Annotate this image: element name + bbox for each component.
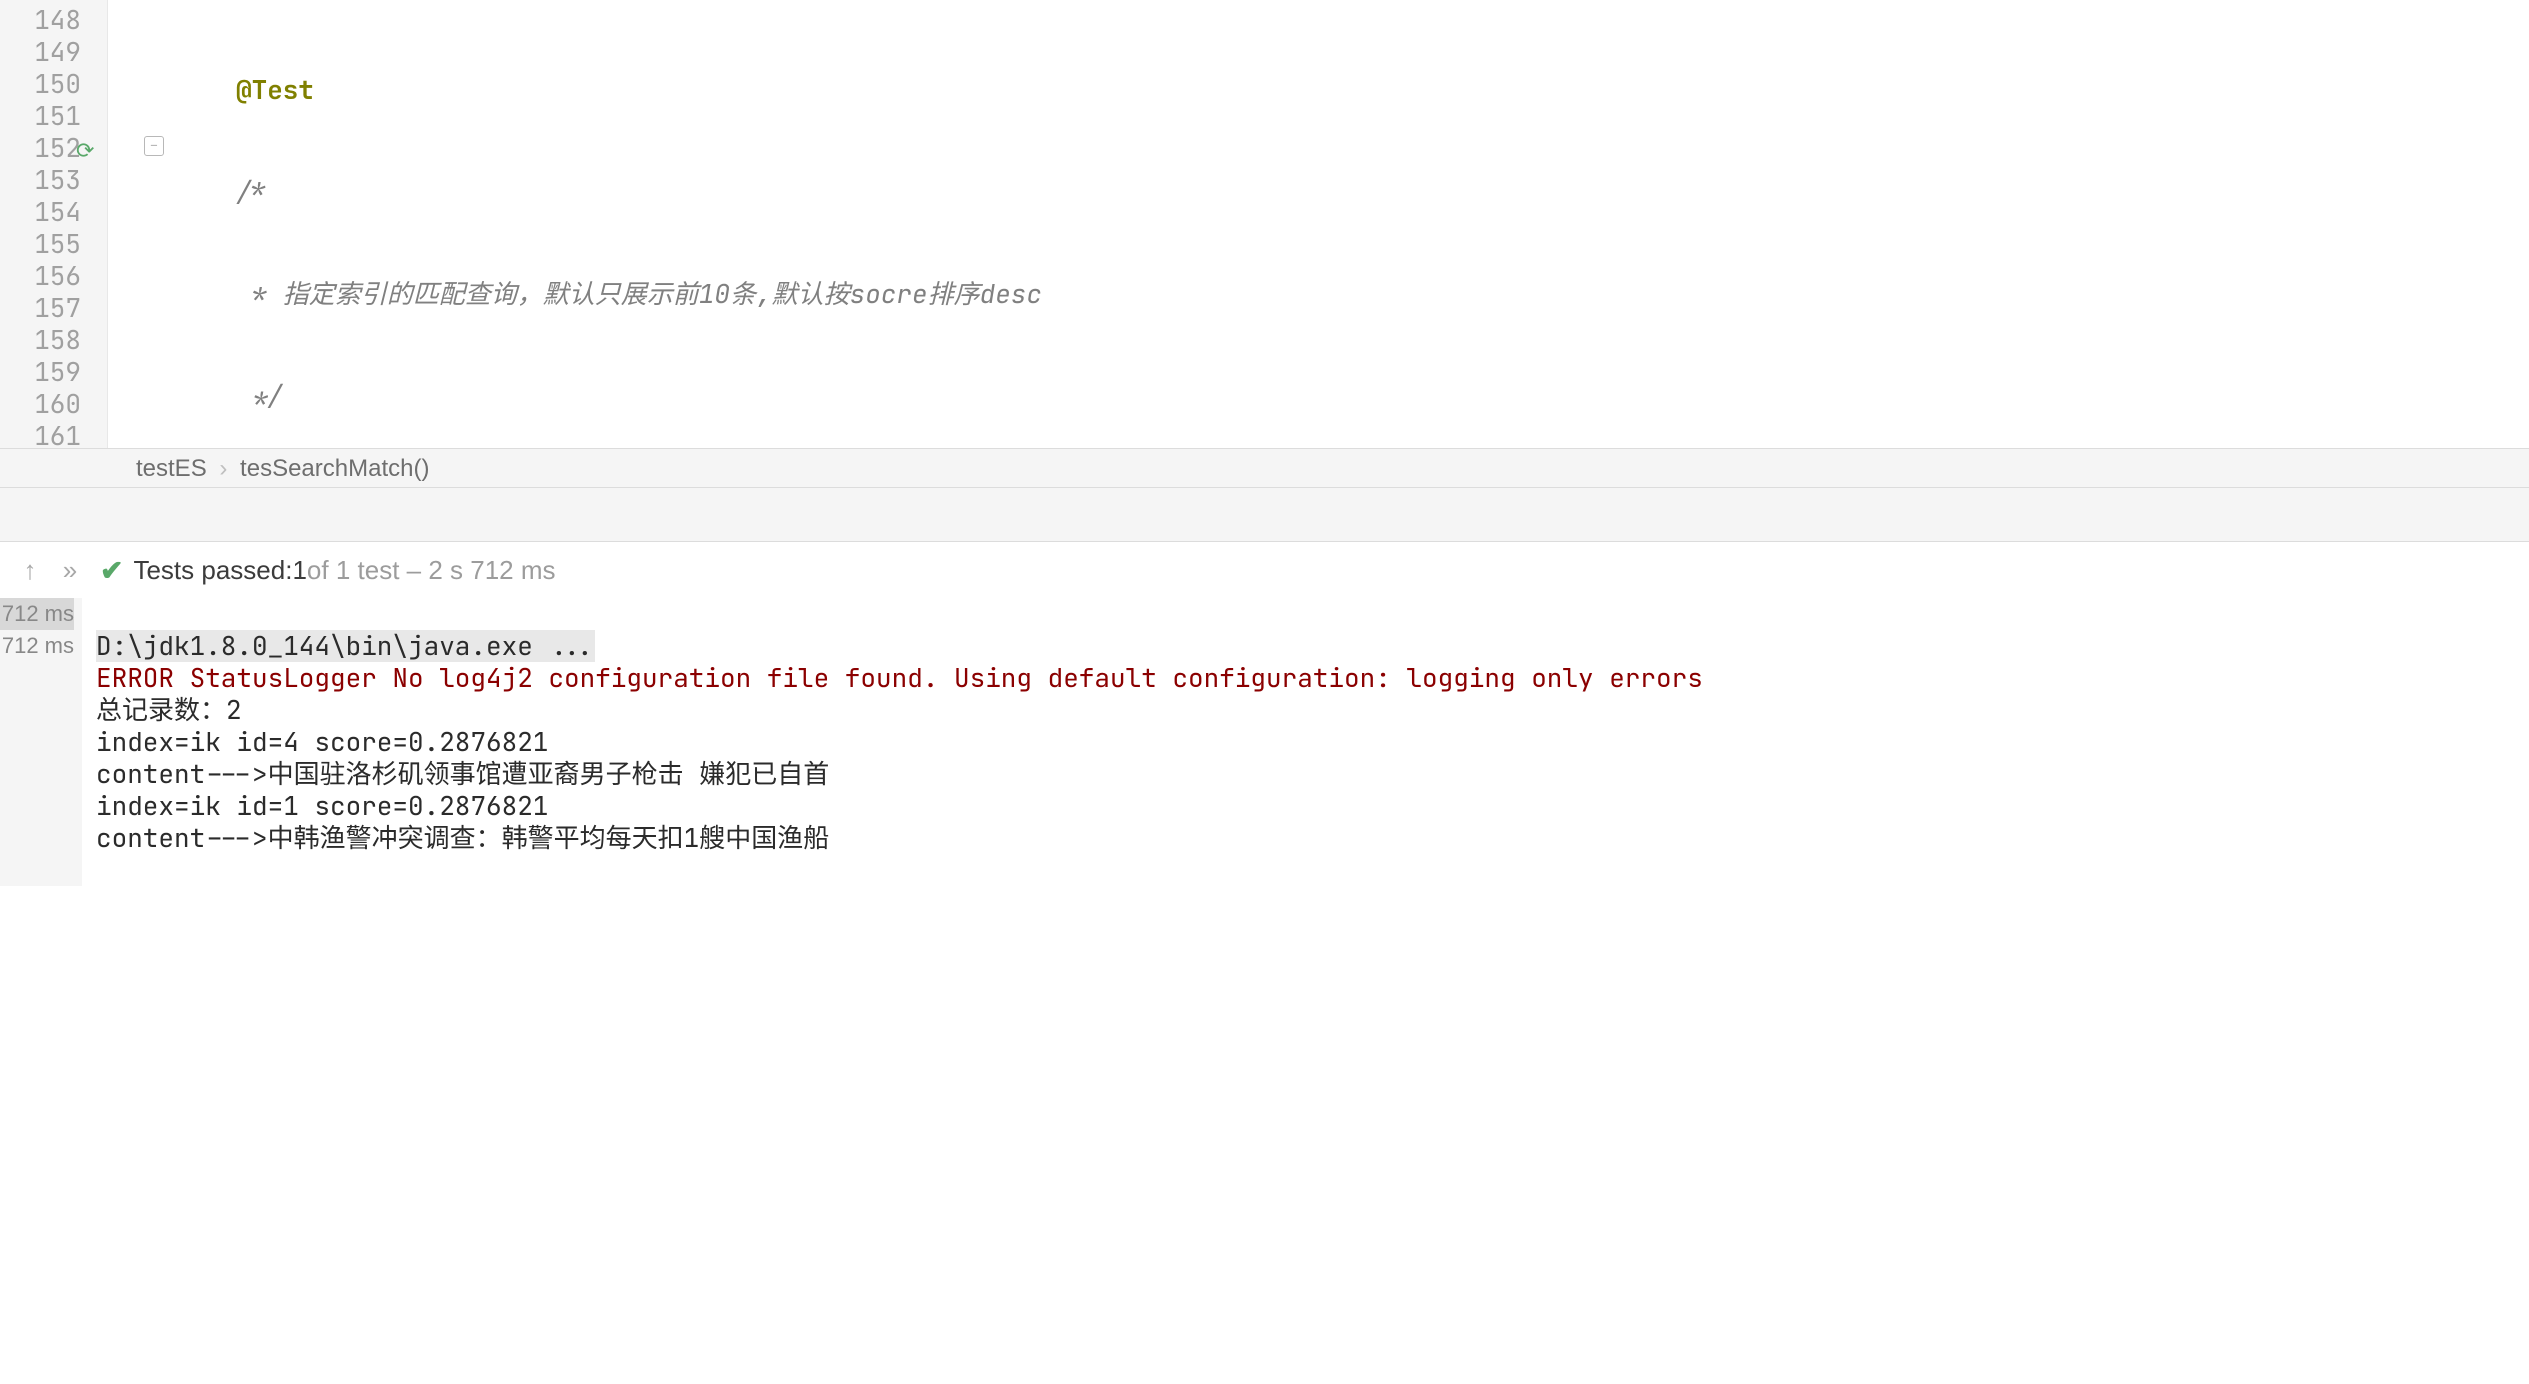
console-line: index=ik id=1 score=0.2876821 <box>96 788 548 823</box>
console-line: index=ik id=4 score=0.2876821 <box>96 724 548 759</box>
test-duration[interactable]: 712 ms <box>0 598 74 630</box>
line-number: 155 <box>0 228 107 260</box>
console-output[interactable]: D:\jdk1.8.0_144\bin\java.exe ... ERROR S… <box>82 598 2529 886</box>
expand-icon[interactable]: » <box>50 555 90 586</box>
line-number: 157 <box>0 292 107 324</box>
line-number: 150 <box>0 68 107 100</box>
line-number: 154 <box>0 196 107 228</box>
run-console: 712 ms 712 ms D:\jdk1.8.0_144\bin\java.e… <box>0 598 2529 886</box>
line-number: 161 <box>0 420 107 452</box>
line-number: 148 <box>0 4 107 36</box>
vcs-gutter: ⟳ <box>108 0 138 448</box>
comment: */ <box>236 378 283 413</box>
test-duration-column: 712 ms 712 ms <box>0 598 82 886</box>
console-line: content--->中韩渔警冲突调查：韩警平均每天扣1艘中国渔船 <box>96 820 829 855</box>
tests-passed-count: 1 <box>292 555 306 586</box>
line-number-gutter: 148 149 150 151 152 153 154 155 156 157 … <box>0 0 108 448</box>
code-editor[interactable]: 148 149 150 151 152 153 154 155 156 157 … <box>0 0 2529 448</box>
line-number: 160 <box>0 388 107 420</box>
test-status-bar: ↑ » ✔ Tests passed: 1 of 1 test – 2 s 71… <box>0 542 2529 598</box>
console-error: ERROR StatusLogger No log4j2 configurati… <box>96 660 1703 695</box>
comment: /* <box>236 174 267 209</box>
console-command: D:\jdk1.8.0_144\bin\java.exe ... <box>96 630 595 662</box>
annotation: @Test <box>236 72 314 107</box>
breadcrumb-separator: › <box>213 455 233 482</box>
console-line: content--->中国驻洛杉矶领事馆遭亚裔男子枪击 嫌犯已自首 <box>96 756 829 791</box>
fold-toggle-icon[interactable]: – <box>144 136 164 156</box>
line-number: 149 <box>0 36 107 68</box>
scroll-up-icon[interactable]: ↑ <box>10 555 50 586</box>
console-line: 总记录数：2 <box>96 692 242 727</box>
line-number: 156 <box>0 260 107 292</box>
test-duration[interactable]: 712 ms <box>0 630 74 662</box>
fold-gutter: – <box>138 0 178 448</box>
line-number: 158 <box>0 324 107 356</box>
run-gutter-icon[interactable]: ⟳ <box>76 136 94 165</box>
code-area[interactable]: @Test /* * 指定索引的匹配查询，默认只展示前10条,默认按socre排… <box>178 0 2529 448</box>
tests-summary: of 1 test – 2 s 712 ms <box>307 555 556 586</box>
tests-passed-icon: ✔ <box>90 554 133 587</box>
line-number: 159 <box>0 356 107 388</box>
line-number: 153 <box>0 164 107 196</box>
tests-passed-label: Tests passed: <box>133 555 292 586</box>
line-number: 151 <box>0 100 107 132</box>
breadcrumb[interactable]: testES › tesSearchMatch() <box>0 448 2529 488</box>
comment: * 指定索引的匹配查询，默认只展示前10条,默认按socre排序desc <box>236 276 1042 311</box>
breadcrumb-class[interactable]: testES <box>136 455 207 482</box>
breadcrumb-method[interactable]: tesSearchMatch() <box>240 455 429 482</box>
panel-divider[interactable] <box>0 488 2529 542</box>
